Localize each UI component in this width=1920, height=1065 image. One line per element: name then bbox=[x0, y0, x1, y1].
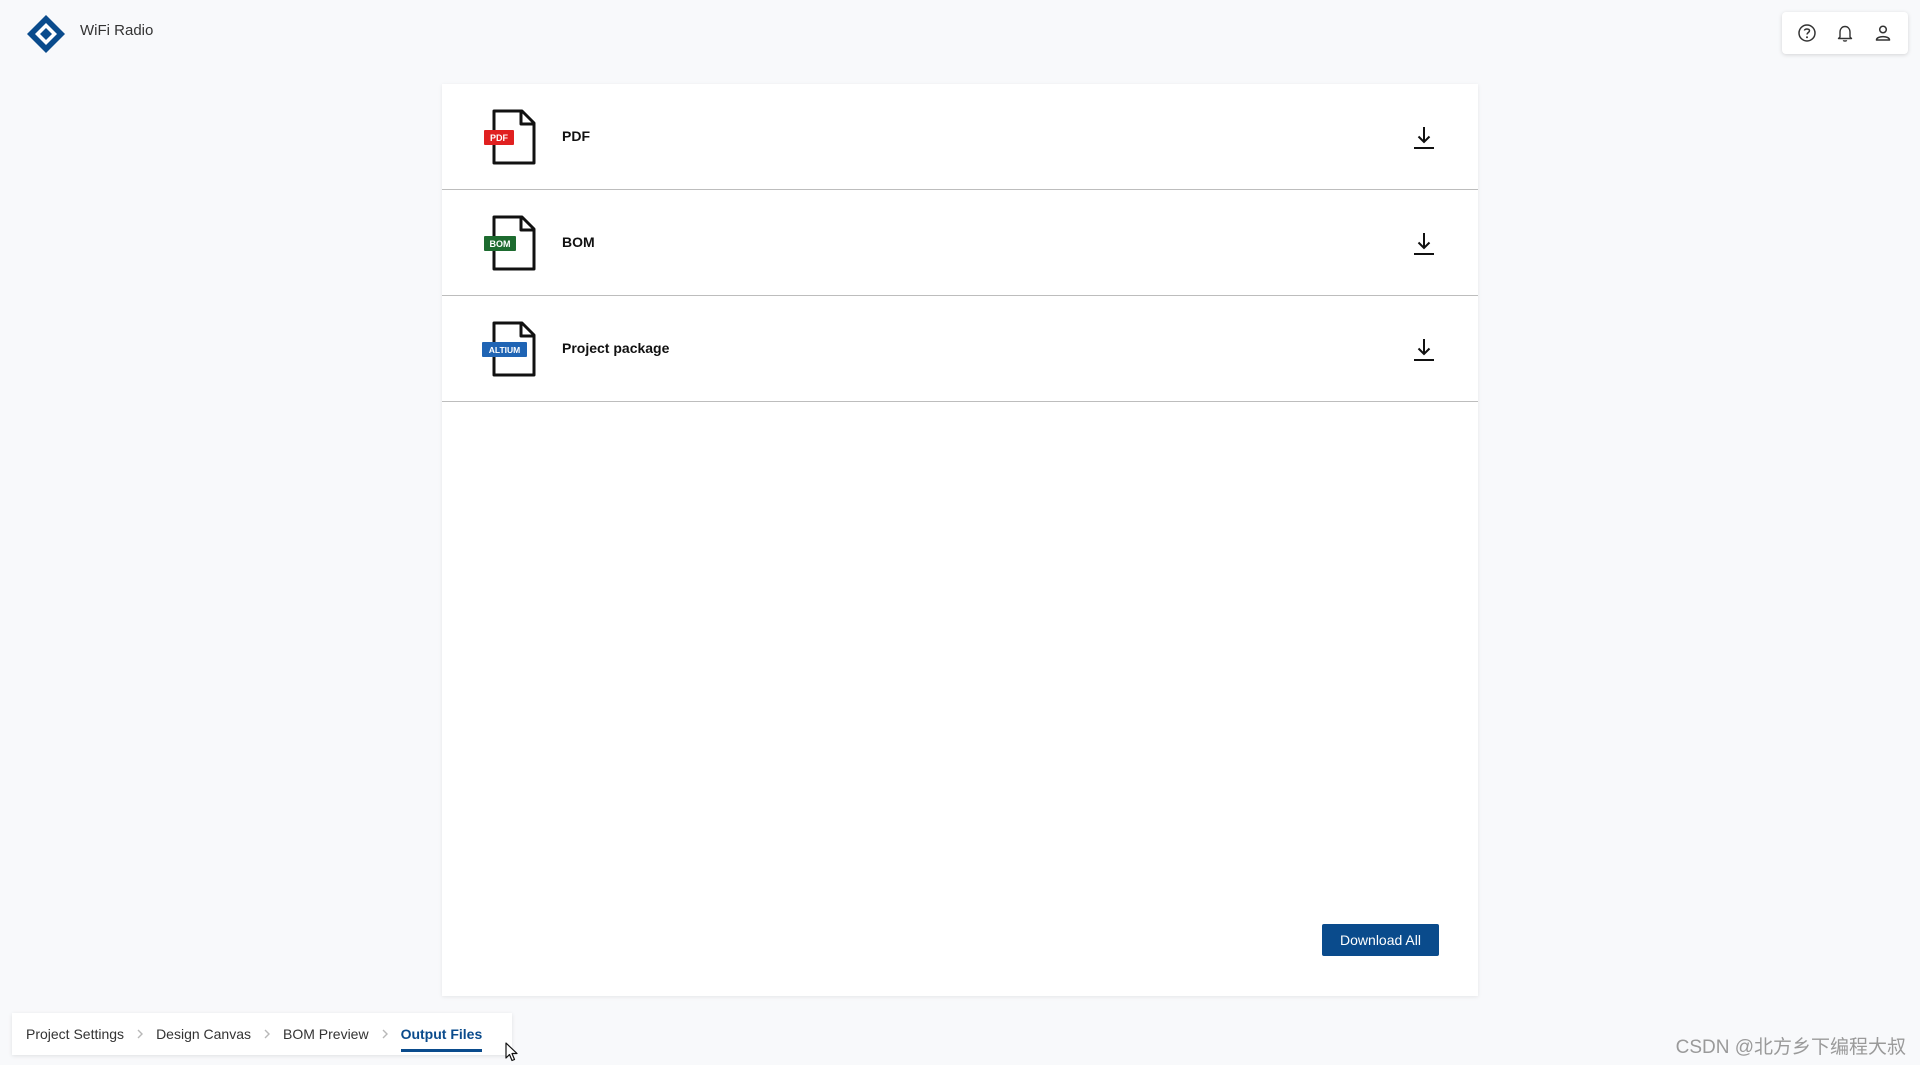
download-project-package-button[interactable] bbox=[1408, 334, 1440, 366]
app-header: WiFi Radio bbox=[0, 0, 1920, 65]
pdf-file-icon: PDF bbox=[484, 109, 536, 165]
notifications-button[interactable] bbox=[1830, 18, 1860, 48]
file-row-pdf: PDF PDF bbox=[442, 84, 1478, 190]
help-icon bbox=[1798, 24, 1816, 42]
step-output-files[interactable]: Output Files bbox=[400, 1022, 482, 1052]
help-button[interactable] bbox=[1792, 18, 1822, 48]
file-label-bom: BOM bbox=[562, 234, 595, 250]
user-button[interactable] bbox=[1868, 18, 1898, 48]
file-label-project-package: Project package bbox=[562, 340, 670, 356]
download-icon bbox=[1414, 233, 1434, 255]
bom-badge-text: BOM bbox=[490, 239, 511, 249]
file-row-bom: BOM BOM bbox=[442, 190, 1478, 296]
file-row-project-package: ALTIUM Project package bbox=[442, 296, 1478, 402]
file-label-pdf: PDF bbox=[562, 128, 590, 144]
chevron-right-icon bbox=[136, 1028, 144, 1040]
step-project-settings[interactable]: Project Settings bbox=[26, 1022, 124, 1046]
app-logo-icon[interactable] bbox=[26, 14, 66, 54]
download-bom-button[interactable] bbox=[1408, 228, 1440, 260]
pdf-badge-text: PDF bbox=[490, 133, 509, 143]
watermark-text: CSDN @北方乡下编程大叔 bbox=[1675, 1037, 1906, 1058]
bell-icon bbox=[1837, 25, 1853, 42]
altium-file-icon: ALTIUM bbox=[482, 321, 536, 377]
download-icon bbox=[1414, 339, 1434, 361]
user-icon bbox=[1875, 25, 1891, 41]
altium-badge-text: ALTIUM bbox=[489, 345, 520, 355]
output-files-card: PDF PDF BOM BOM ALTIUM Project package D… bbox=[442, 84, 1478, 996]
header-actions bbox=[1782, 12, 1908, 54]
step-design-canvas[interactable]: Design Canvas bbox=[156, 1022, 251, 1046]
app-title: WiFi Radio bbox=[80, 22, 154, 39]
chevron-right-icon bbox=[263, 1028, 271, 1040]
download-all-button[interactable]: Download All bbox=[1322, 924, 1439, 956]
download-icon bbox=[1414, 127, 1434, 149]
download-pdf-button[interactable] bbox=[1408, 122, 1440, 154]
step-bom-preview[interactable]: BOM Preview bbox=[283, 1022, 369, 1046]
bom-file-icon: BOM bbox=[484, 215, 536, 271]
mouse-cursor-icon bbox=[505, 1042, 518, 1062]
chevron-right-icon bbox=[381, 1028, 389, 1040]
workflow-stepper: Project Settings Design Canvas BOM Previ… bbox=[12, 1013, 512, 1055]
